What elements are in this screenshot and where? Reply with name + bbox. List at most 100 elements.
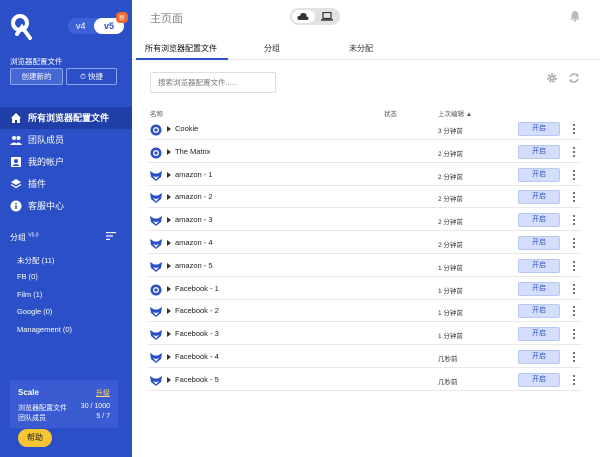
more-options-icon[interactable]	[572, 374, 576, 386]
more-options-icon[interactable]	[572, 237, 576, 249]
group-item[interactable]: 未分配 (11)	[17, 255, 54, 266]
open-button[interactable]: 开启	[518, 167, 560, 182]
open-button[interactable]: 开启	[518, 213, 560, 228]
open-button[interactable]: 开启	[518, 122, 560, 136]
more-options-icon[interactable]	[572, 328, 576, 340]
more-options-icon[interactable]	[572, 214, 576, 226]
expand-caret-icon[interactable]	[167, 240, 171, 246]
tab-all-profiles[interactable]: 所有浏览器配置文件	[145, 43, 217, 54]
table-row[interactable]: amazon - 4 2 分钟前 开启	[148, 232, 582, 254]
table-row[interactable]: amazon - 3 2 分钟前 开启	[148, 209, 582, 232]
profile-name: Facebook - 3	[175, 329, 219, 339]
sidebar-item-label: 客服中心	[28, 201, 65, 211]
expand-caret-icon[interactable]	[167, 308, 171, 315]
expand-caret-icon[interactable]	[167, 331, 171, 338]
fox-profile-icon	[150, 191, 162, 204]
table-row[interactable]: amazon - 1 2 分钟前 开启	[148, 164, 582, 186]
table-row[interactable]: Facebook - 5 几秒前 开启	[148, 369, 582, 391]
group-item[interactable]: FB (0)	[17, 272, 38, 281]
home-icon	[11, 113, 21, 123]
expand-caret-icon[interactable]	[167, 171, 171, 178]
last-edited: 2 分钟前	[438, 150, 463, 158]
app-root: v4 v5 新 浏览器配置文件 创建新的 ⏱ 快捷 所有浏览器配置文件 团队成员…	[0, 0, 600, 457]
col-header-status[interactable]: 状态	[384, 108, 397, 118]
expand-caret-icon[interactable]	[167, 148, 171, 155]
expand-caret-icon[interactable]	[167, 194, 171, 201]
sidebar-item-account[interactable]: 我的帐户	[0, 151, 132, 173]
theme-toggle[interactable]	[290, 8, 340, 25]
laptop-icon	[321, 12, 333, 21]
sidebar-item-support[interactable]: 客服中心	[0, 195, 132, 217]
plan-title: Scale	[18, 388, 39, 397]
table-row[interactable]: Facebook - 3 1 分钟前 开启	[148, 323, 582, 346]
group-item[interactable]: Google (0)	[17, 307, 52, 316]
more-options-icon[interactable]	[572, 351, 576, 363]
more-options-icon[interactable]	[572, 169, 576, 181]
table-row[interactable]: The Matrix 2 分钟前 开启	[148, 141, 582, 163]
refresh-icon[interactable]	[568, 72, 580, 84]
tab-groups[interactable]: 分组	[264, 43, 280, 54]
cloud-icon	[297, 12, 309, 20]
col-header-edited[interactable]: 上次编辑 ▲	[438, 108, 472, 118]
circle-profile-icon	[150, 123, 162, 136]
open-button[interactable]: 开启	[518, 350, 560, 364]
plan-row-value: 5 / 7	[96, 413, 110, 420]
fox-profile-icon	[150, 169, 162, 181]
group-item[interactable]: Management (0)	[17, 325, 72, 334]
sidebar-item-label: 所有浏览器配置文件	[28, 113, 110, 123]
more-options-icon[interactable]	[572, 283, 576, 295]
open-button[interactable]: 开启	[518, 372, 560, 387]
expand-caret-icon[interactable]	[167, 285, 171, 292]
version-v4[interactable]: v4	[76, 21, 86, 31]
table-row[interactable]: amazon - 5 1 分钟前 开启	[148, 255, 582, 277]
sidebar-item-team[interactable]: 团队成员	[0, 129, 132, 151]
bell-icon[interactable]	[569, 10, 581, 22]
profile-name: The Matrix	[175, 146, 211, 156]
more-options-icon[interactable]	[572, 146, 576, 158]
more-options-icon[interactable]	[572, 123, 576, 135]
search-input[interactable]: 搜索浏览器配置文件......	[150, 72, 276, 93]
table-row[interactable]: Facebook - 4 几秒前 开启	[148, 346, 582, 368]
open-button[interactable]: 开启	[518, 327, 560, 342]
circle-profile-icon	[150, 283, 162, 296]
table-row[interactable]: amazon - 2 2 分钟前 开启	[148, 186, 582, 209]
open-button[interactable]: 开启	[518, 304, 560, 319]
open-button[interactable]: 开启	[518, 190, 560, 205]
table-row[interactable]: Facebook - 1 1 分钟前 开启	[148, 278, 582, 300]
open-button[interactable]: 开启	[518, 281, 560, 296]
create-profile-button[interactable]: 创建新的	[10, 68, 63, 85]
expand-caret-icon[interactable]	[167, 354, 171, 360]
expand-caret-icon[interactable]	[167, 126, 171, 132]
last-edited: 3 分钟前	[438, 128, 463, 135]
upgrade-link[interactable]: 升级	[96, 388, 110, 398]
table-row[interactable]: Facebook - 2 1 分钟前 开启	[148, 300, 582, 323]
table-row[interactable]: Cookie 3 分钟前 开启	[148, 118, 582, 140]
sidebar-item-all-profiles[interactable]: 所有浏览器配置文件	[0, 107, 132, 129]
open-button[interactable]: 开启	[518, 258, 560, 273]
more-options-icon[interactable]	[572, 191, 576, 203]
fox-profile-icon	[150, 260, 162, 272]
version-switch[interactable]: v4 v5 新	[68, 12, 128, 34]
sidebar-item-plugins[interactable]: 插件	[0, 173, 132, 195]
open-button[interactable]: 开启	[518, 236, 560, 250]
col-header-name[interactable]: 名称	[150, 108, 163, 118]
last-edited: 1 分钟前	[438, 264, 463, 272]
profile-name: Facebook - 2	[175, 306, 219, 316]
sort-icon[interactable]	[106, 232, 116, 240]
profile-name: amazon - 3	[175, 215, 213, 225]
more-options-icon[interactable]	[572, 305, 576, 317]
profile-name: Facebook - 5	[175, 374, 219, 384]
tab-unassigned[interactable]: 未分配	[349, 43, 373, 54]
profile-name: Facebook - 4	[175, 352, 219, 361]
group-item[interactable]: Film (1)	[17, 290, 42, 299]
help-button[interactable]: 帮助	[18, 429, 52, 447]
sidebar-section-title: 浏览器配置文件	[10, 57, 63, 66]
expand-caret-icon[interactable]	[167, 262, 171, 269]
open-button[interactable]: 开启	[518, 144, 560, 159]
more-options-icon[interactable]	[572, 260, 576, 272]
expand-caret-icon[interactable]	[167, 376, 171, 383]
quick-profile-button[interactable]: ⏱ 快捷	[66, 68, 117, 85]
expand-caret-icon[interactable]	[167, 217, 171, 224]
gear-icon[interactable]	[546, 72, 558, 84]
fox-profile-icon	[150, 237, 162, 249]
